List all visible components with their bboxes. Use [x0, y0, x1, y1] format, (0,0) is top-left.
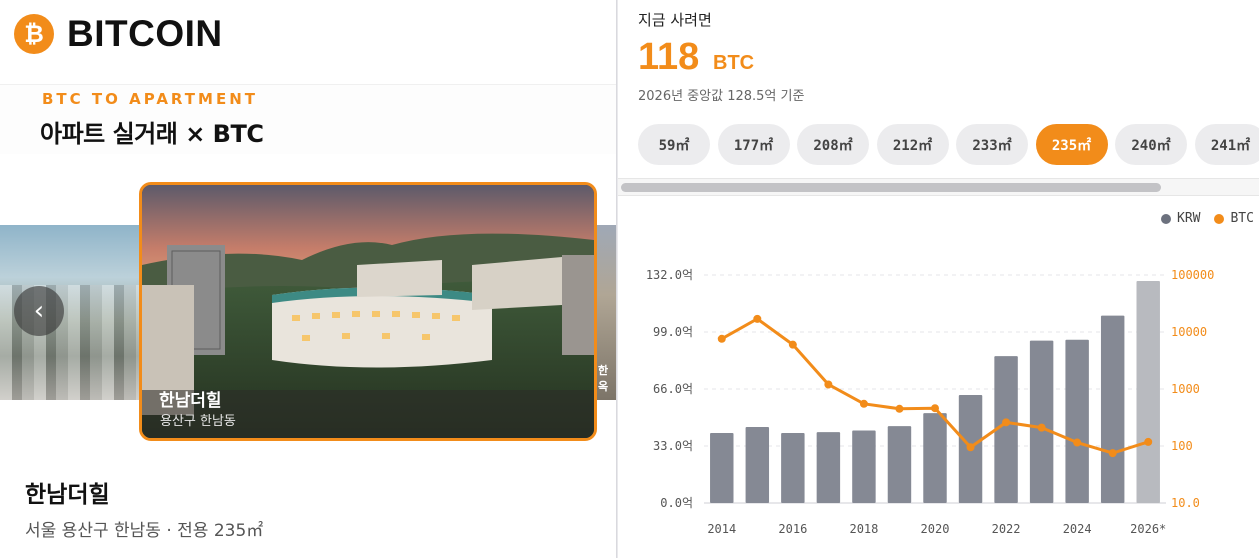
x-tick-label: 2014	[707, 522, 736, 536]
x-tick-label: 2016	[778, 522, 807, 536]
y-left-tick-label: 33.0억	[653, 439, 693, 453]
krw-bar	[745, 427, 770, 503]
brand: ₿ BITCOIN	[14, 13, 223, 55]
krw-bar	[1136, 281, 1160, 503]
y-left-tick-label: 99.0억	[653, 325, 693, 339]
btc-point	[1037, 423, 1046, 432]
brand-title: BITCOIN	[67, 13, 223, 54]
btc-point	[931, 404, 939, 413]
x-tick-label: 2018	[849, 522, 878, 536]
price-chart: 0.0억 33.0억 66.0억 99.0억 132.0억 10.0 100 1000 1000…	[646, 268, 1215, 536]
btc-point	[1073, 438, 1082, 447]
btc-point	[788, 340, 797, 349]
btc-point	[753, 314, 762, 323]
carousel-active-card[interactable]: 한남더힐 용산구 한남동	[139, 182, 597, 441]
btc-point	[1002, 418, 1011, 427]
y-left-tick-label: 66.0억	[653, 382, 693, 396]
apartment-name: 한남더힐	[25, 482, 110, 508]
y-right-tick-label: 10000	[1171, 325, 1207, 339]
next-card-label: 한옥	[598, 364, 609, 393]
y-left-tick-label: 132.0억	[646, 268, 693, 282]
bitcoin-logo-icon: ₿	[14, 14, 54, 54]
krw-bar	[1100, 315, 1125, 503]
btc-point	[824, 380, 833, 389]
x-tick-label: 2020	[921, 522, 950, 536]
y-right-tick-label: 100	[1171, 439, 1193, 453]
krw-bar	[1065, 339, 1089, 503]
apartment-carousel: 한옥 ‹ 한남더힐 용산구 한남동	[0, 180, 616, 445]
btc-point	[966, 443, 975, 452]
krw-bar	[1029, 340, 1054, 503]
krw-bar	[887, 426, 912, 503]
card-title: 한남더힐	[159, 391, 222, 411]
y-right-tick-label: 10.0	[1171, 496, 1200, 510]
y-right-tick-label: 100000	[1171, 268, 1214, 282]
y-right-tick-label: 1000	[1171, 382, 1200, 396]
carousel-prev-button[interactable]: ‹	[14, 286, 64, 336]
btc-point	[859, 399, 868, 408]
section-headline: 아파트 실거래 × BTC	[40, 120, 264, 148]
apartment-panel: ₿ BITCOIN BTC TO APARTMENT 아파트 실거래 × BTC…	[0, 0, 617, 558]
krw-bar	[852, 430, 876, 503]
krw-bar	[816, 432, 841, 503]
krw-bar	[923, 413, 947, 503]
x-tick-label: 2022	[992, 522, 1021, 536]
btc-point	[1108, 449, 1117, 458]
section-eyebrow: BTC TO APARTMENT	[42, 90, 259, 108]
x-tick-label: 2024	[1063, 522, 1092, 536]
y-left-tick-label: 0.0억	[660, 496, 693, 510]
x-tick-label: 2026*	[1130, 522, 1166, 536]
btc-point	[895, 404, 904, 413]
krw-bar	[781, 433, 805, 503]
btc-point	[717, 334, 726, 343]
krw-bar	[710, 433, 734, 503]
apartment-meta: 서울 용산구 한남동 · 전용 235㎡	[25, 521, 264, 541]
btc-price-panel: 지금 사려면 118 BTC 2026년 중앙값 128.5억 기준 59㎡ 17…	[618, 0, 1259, 558]
card-location: 용산구 한남동	[160, 414, 236, 429]
btc-point	[1144, 437, 1153, 446]
